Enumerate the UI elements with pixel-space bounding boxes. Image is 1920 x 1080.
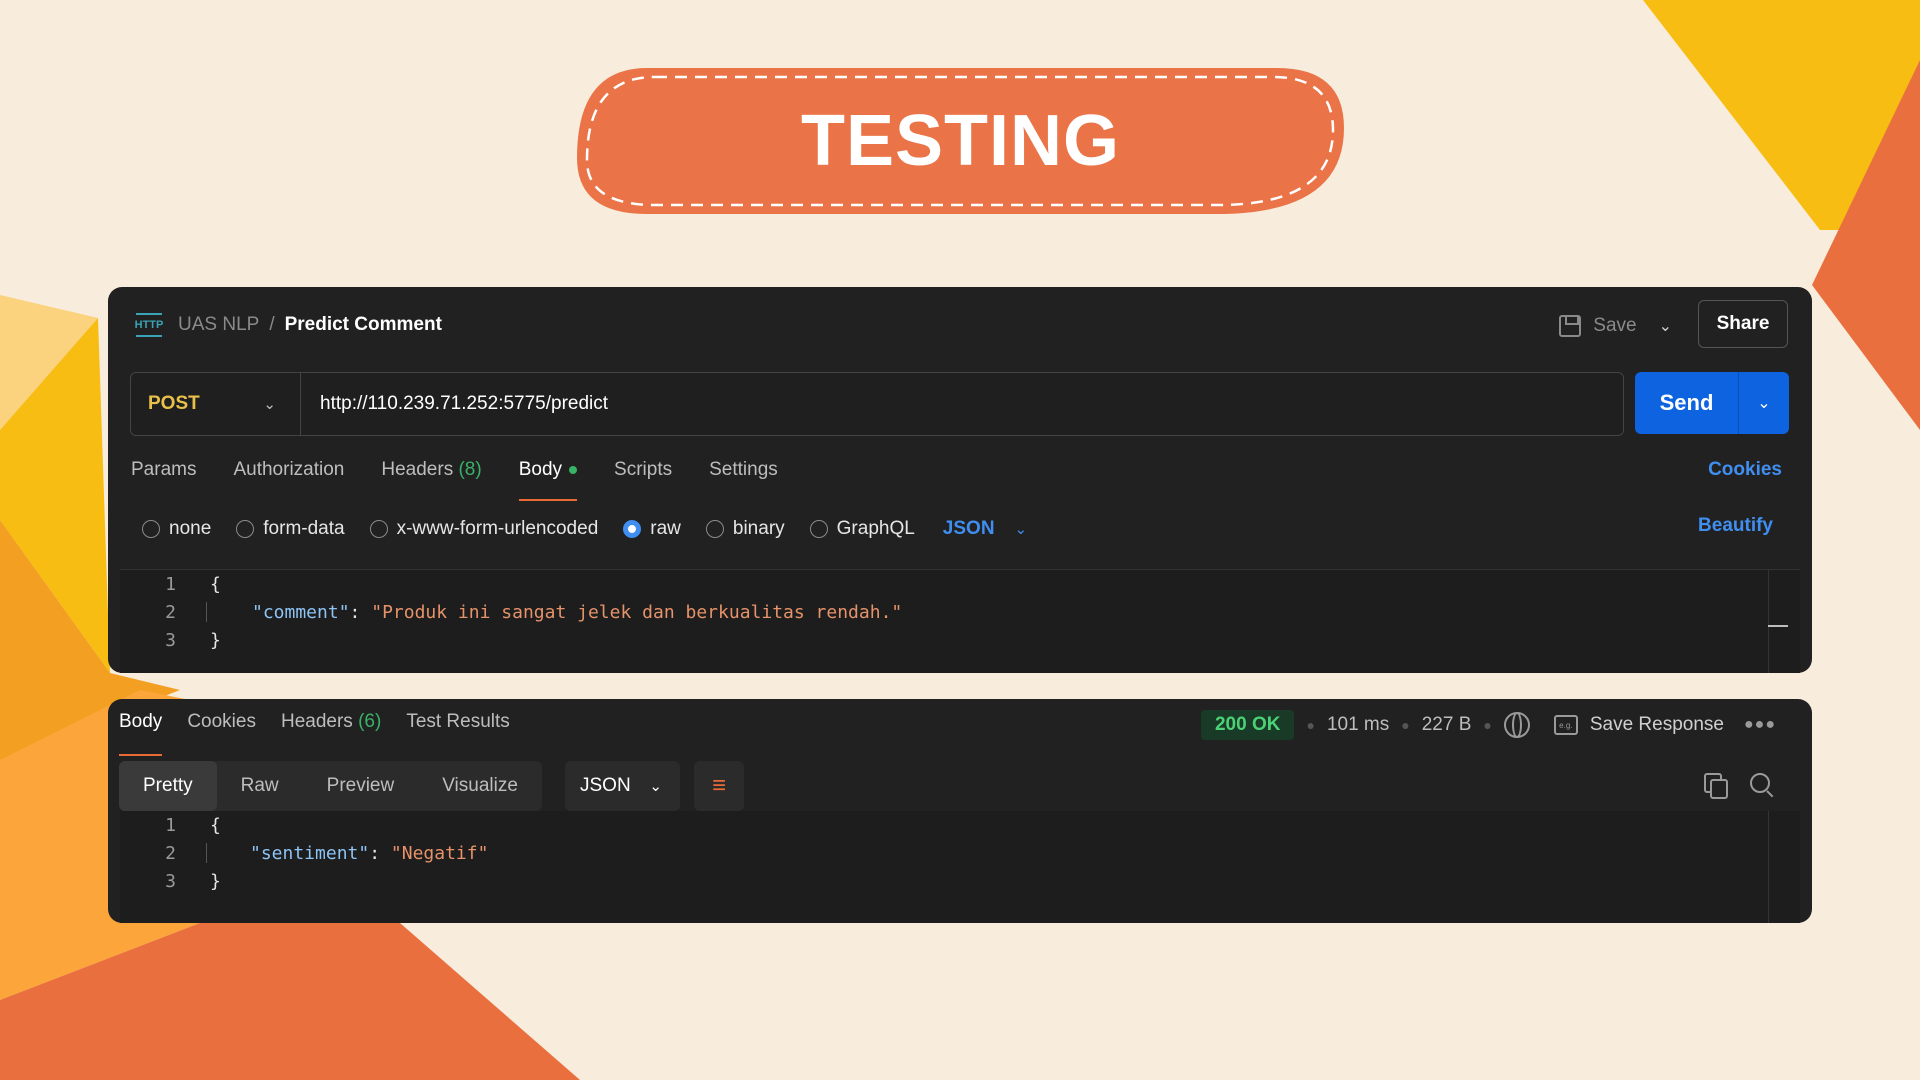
view-mode-selector: Pretty Raw Preview Visualize	[119, 761, 542, 811]
view-visualize[interactable]: Visualize	[418, 761, 542, 811]
save-group: Save ⌄	[1559, 309, 1672, 343]
code-line: 1 {	[165, 573, 221, 595]
viewer-scrollbar[interactable]	[1768, 811, 1788, 923]
send-button[interactable]: Send	[1635, 372, 1739, 434]
view-preview[interactable]: Preview	[303, 761, 419, 811]
globe-icon[interactable]	[1503, 712, 1530, 738]
resp-headers-count: (6)	[358, 711, 382, 732]
language-select[interactable]: JSON ⌄	[943, 518, 1027, 540]
indent-guide	[206, 602, 207, 622]
view-raw[interactable]: Raw	[217, 761, 303, 811]
radio-circle-icon	[705, 520, 724, 538]
copy-icon[interactable]	[1704, 773, 1728, 799]
send-button-group: Send ⌄	[1635, 372, 1789, 434]
collection-link[interactable]: UAS NLP	[178, 314, 259, 336]
tab-body[interactable]: Body	[518, 459, 578, 501]
radio-raw[interactable]: raw	[623, 518, 681, 540]
more-options-icon[interactable]: ●●●	[1744, 716, 1776, 734]
resp-tab-body[interactable]: Body	[119, 711, 163, 756]
response-tabs: Body Cookies Headers (6) Test Results	[119, 711, 535, 756]
save-options-chevron-icon[interactable]: ⌄	[1659, 316, 1672, 336]
search-icon[interactable]	[1750, 773, 1774, 797]
response-body-viewer[interactable]: 1 { 2 "sentiment": "Negatif" 3 }	[120, 811, 1800, 923]
save-button[interactable]: Save	[1593, 315, 1636, 337]
radio-none[interactable]: none	[142, 518, 211, 540]
share-button[interactable]: Share	[1698, 300, 1788, 348]
chevron-down-icon: ⌄	[649, 778, 662, 795]
resp-tab-test-results[interactable]: Test Results	[406, 711, 509, 747]
editor-scrollbar[interactable]	[1768, 570, 1788, 673]
indent-guide	[206, 843, 207, 863]
method-label: POST	[148, 393, 200, 414]
chevron-down-icon: ⌄	[263, 396, 276, 413]
body-type-options: none form-data x-www-form-urlencoded raw…	[142, 515, 1027, 543]
radio-circle-icon	[142, 520, 160, 538]
format-select[interactable]: JSON ⌄	[565, 761, 680, 811]
code-line: 3 }	[165, 629, 221, 651]
method-select[interactable]: POST ⌄	[131, 373, 301, 435]
response-time[interactable]: 101 ms	[1327, 714, 1389, 736]
code-line: 2 "comment": "Produk ini sangat jelek da…	[165, 601, 903, 623]
tab-params[interactable]: Params	[131, 459, 196, 497]
separator-dot: ●	[1306, 717, 1315, 733]
tab-authorization[interactable]: Authorization	[233, 459, 344, 497]
save-response-button[interactable]: e.g. Save Response	[1553, 714, 1724, 736]
code-line: 1 {	[165, 814, 221, 836]
radio-graphql[interactable]: GraphQL	[809, 518, 915, 540]
radio-circle-icon	[809, 520, 828, 538]
body-modified-dot-icon	[569, 465, 578, 474]
radio-binary[interactable]: binary	[705, 518, 785, 540]
save-icon	[1559, 315, 1582, 337]
save-response-icon: e.g.	[1553, 715, 1578, 735]
tab-settings[interactable]: Settings	[709, 459, 778, 497]
separator-dot: ●	[1401, 717, 1410, 733]
radio-urlencoded[interactable]: x-www-form-urlencoded	[369, 518, 598, 540]
url-bar: POST ⌄ http://110.239.71.252:5775/predic…	[130, 372, 1624, 436]
resp-tab-headers[interactable]: Headers (6)	[281, 711, 381, 747]
response-panel: Body Cookies Headers (6) Test Results 20…	[108, 699, 1812, 923]
request-panel: HTTP UAS NLP / Predict Comment Save ⌄ Sh…	[108, 287, 1812, 673]
request-tabs: Params Authorization Headers (8) Body Sc…	[131, 459, 815, 501]
radio-circle-icon	[236, 520, 255, 538]
view-pretty[interactable]: Pretty	[119, 761, 217, 811]
url-input[interactable]: http://110.239.71.252:5775/predict	[301, 393, 608, 415]
breadcrumb: HTTP UAS NLP / Predict Comment	[135, 312, 442, 338]
status-badge[interactable]: 200 OK	[1200, 710, 1295, 740]
chevron-down-icon: ⌄	[1014, 521, 1028, 538]
resp-tab-cookies[interactable]: Cookies	[187, 711, 256, 747]
separator-dot: ●	[1483, 717, 1492, 733]
request-title[interactable]: Predict Comment	[285, 314, 442, 336]
tab-scripts[interactable]: Scripts	[614, 459, 672, 497]
scroll-thumb[interactable]	[1768, 625, 1788, 627]
radio-circle-icon	[369, 520, 388, 538]
banner-title: TESTING	[800, 101, 1120, 181]
http-icon: HTTP	[135, 313, 163, 337]
code-line: 2 "sentiment": "Negatif"	[165, 842, 489, 864]
response-meta: 200 OK ● 101 ms ● 227 B ● e.g. Save Resp…	[1200, 709, 1776, 741]
send-options-chevron-icon[interactable]: ⌄	[1739, 372, 1789, 434]
tab-headers[interactable]: Headers (8)	[381, 459, 481, 497]
request-body-editor[interactable]: 1 { 2 "comment": "Produk ini sangat jele…	[120, 569, 1800, 673]
beautify-button[interactable]: Beautify	[1698, 515, 1773, 537]
response-size[interactable]: 227 B	[1422, 714, 1472, 736]
cookies-link[interactable]: Cookies	[1708, 459, 1782, 481]
radio-form-data[interactable]: form-data	[236, 518, 345, 540]
wrap-lines-icon[interactable]: ≡	[694, 761, 744, 811]
headers-count: (8)	[458, 459, 482, 480]
breadcrumb-separator: /	[269, 314, 275, 335]
radio-selected-icon	[623, 520, 642, 538]
code-line: 3 }	[165, 870, 221, 892]
